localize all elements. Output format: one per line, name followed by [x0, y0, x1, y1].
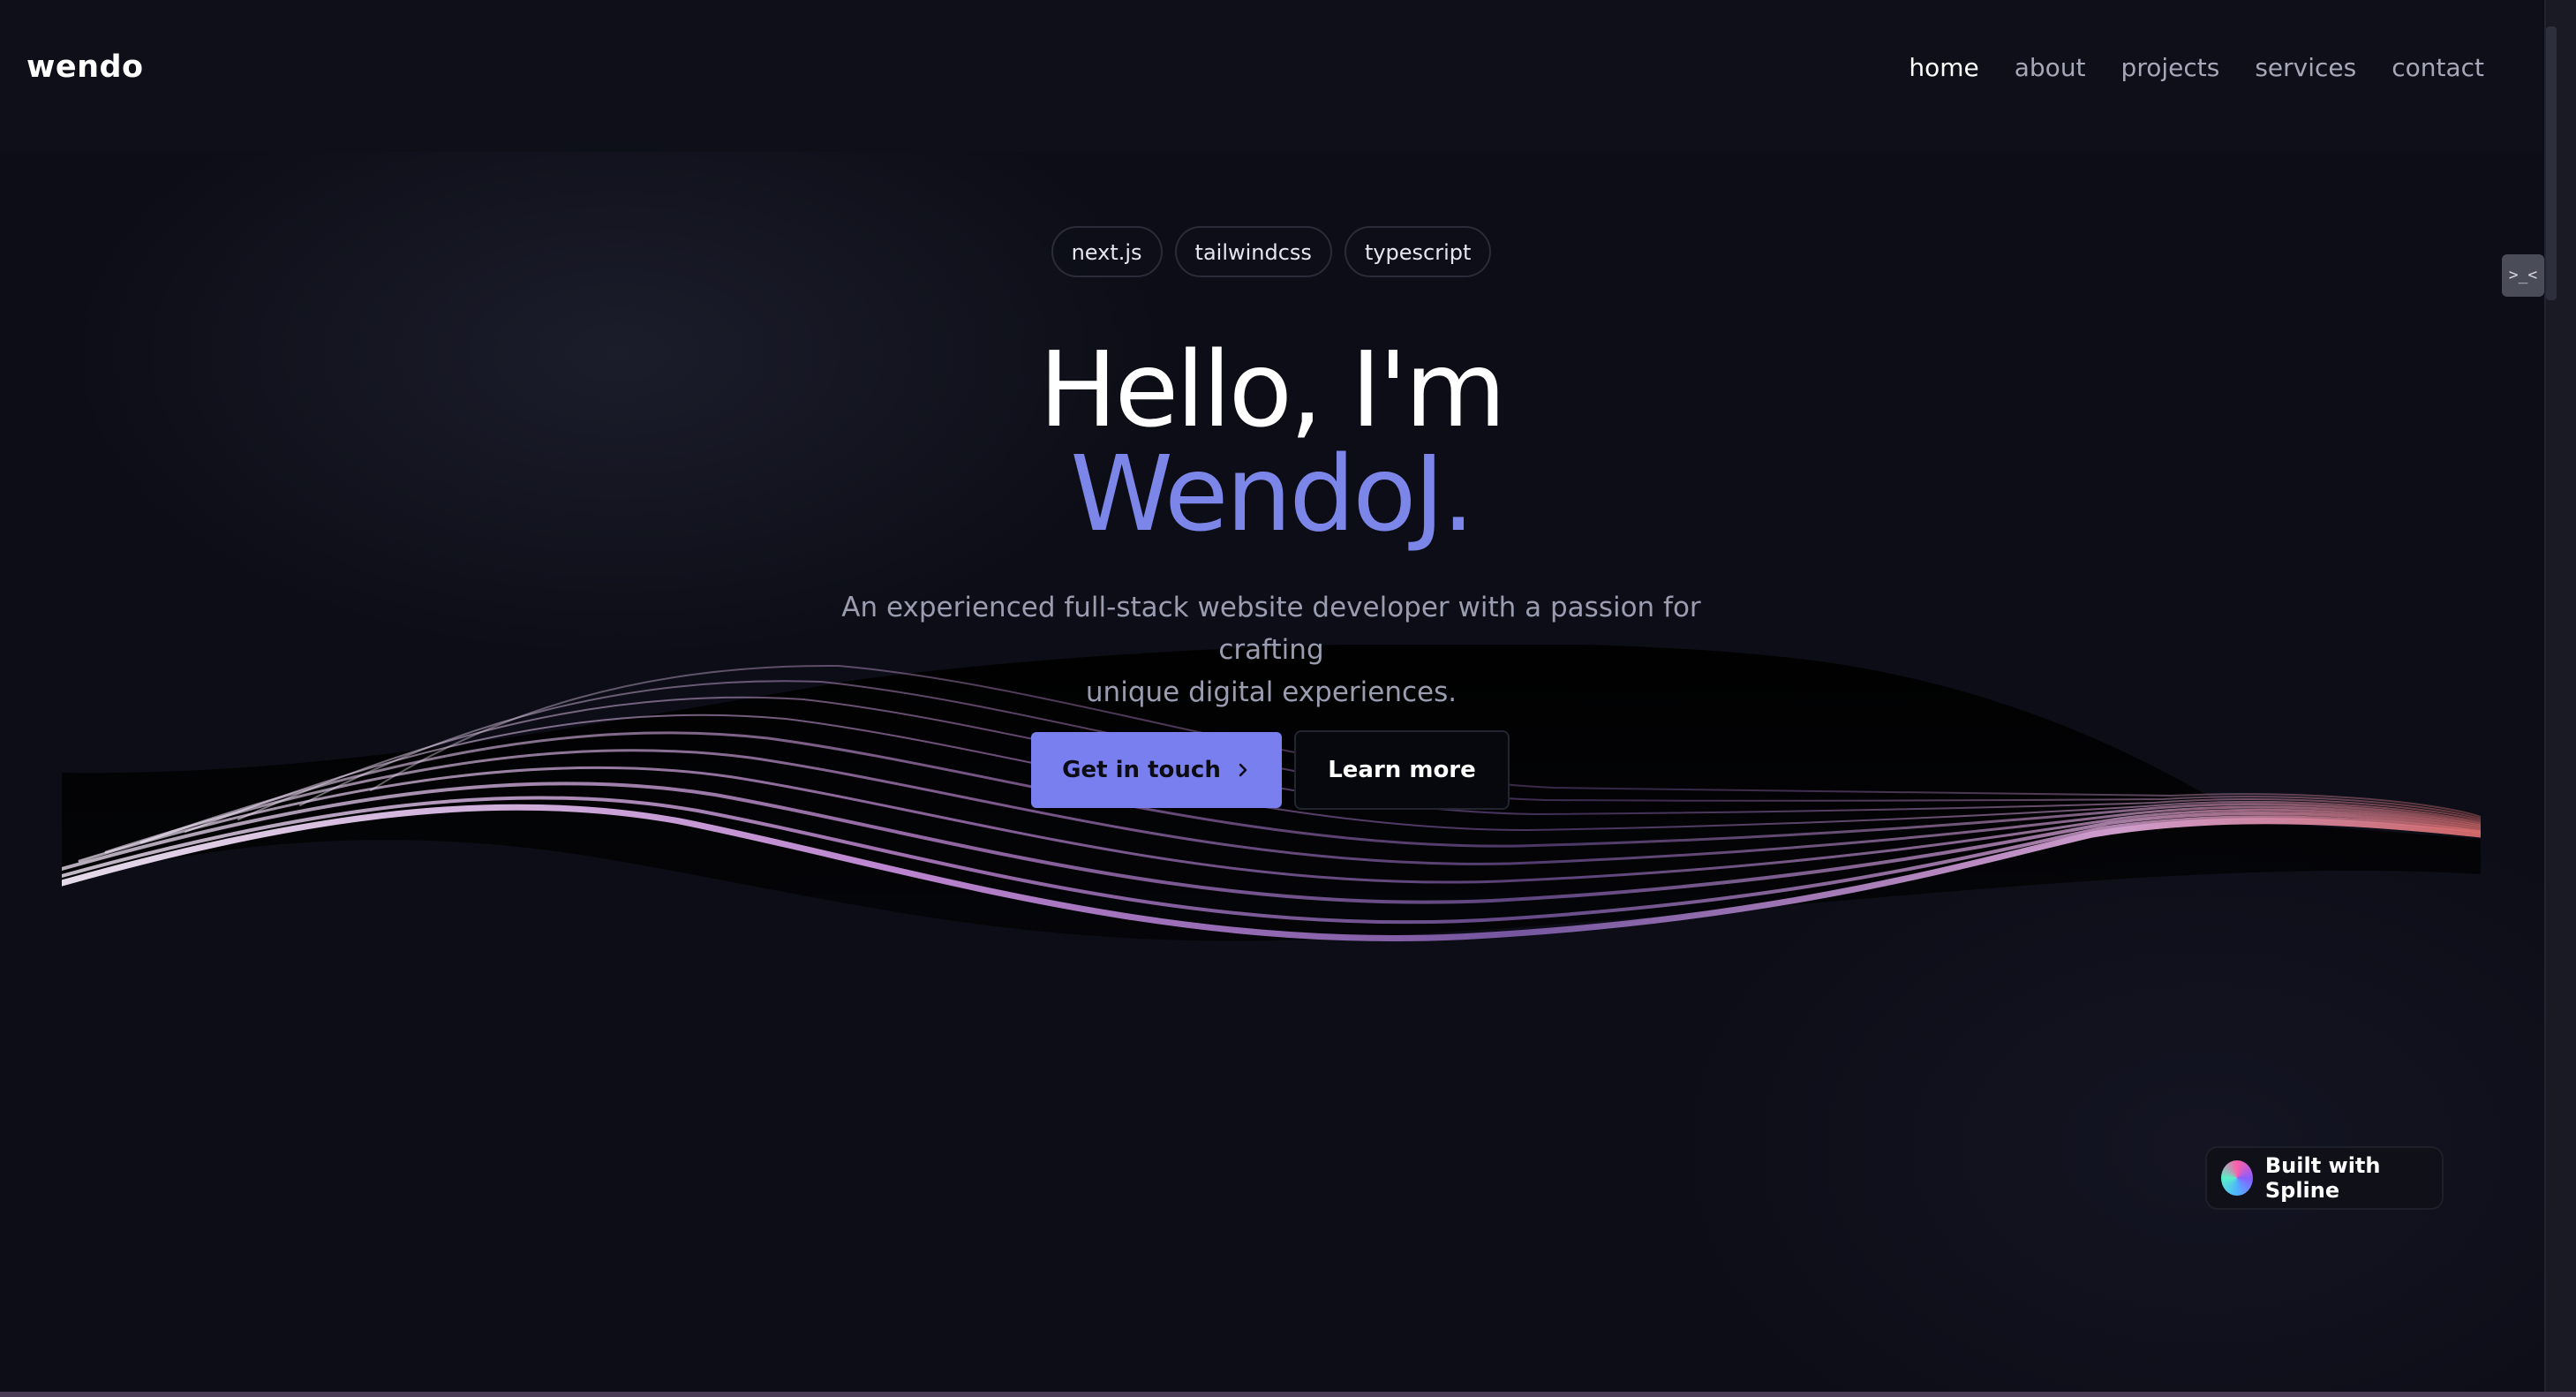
- site-logo[interactable]: wendo: [26, 49, 144, 85]
- tag-tailwindcss: tailwindcss: [1174, 226, 1332, 277]
- get-in-touch-button[interactable]: Get in touch: [1031, 732, 1282, 808]
- top-navbar: wendo home about projects services conta…: [0, 0, 2542, 152]
- tech-tags: next.js tailwindcss typescript: [0, 226, 2542, 277]
- hero-name: WendoJ.: [1070, 433, 1475, 555]
- nav-home[interactable]: home: [1909, 53, 1978, 82]
- dev-tools-toggle-button[interactable]: >_<: [2502, 254, 2544, 297]
- nav-about[interactable]: about: [2015, 53, 2086, 82]
- built-with-spline-badge[interactable]: Built with Spline: [2205, 1146, 2444, 1210]
- chevron-right-icon: [1239, 763, 1247, 777]
- main-nav: home about projects services contact: [1909, 53, 2484, 82]
- hero-greeting: Hello, I'm: [1038, 328, 1506, 450]
- bottom-border: [0, 1392, 2576, 1397]
- nav-projects[interactable]: projects: [2121, 53, 2220, 82]
- nav-services[interactable]: services: [2255, 53, 2356, 82]
- hero-subtitle: An experienced full-stack website develo…: [795, 586, 1748, 714]
- tag-nextjs: next.js: [1051, 226, 1163, 277]
- subtitle-line-2: unique digital experiences.: [1085, 676, 1457, 708]
- page: wendo home about projects services conta…: [0, 0, 2576, 1397]
- get-in-touch-label: Get in touch: [1062, 757, 1221, 783]
- nav-contact[interactable]: contact: [2391, 53, 2484, 82]
- tag-typescript: typescript: [1344, 226, 1492, 277]
- subtitle-line-1: An experienced full-stack website develo…: [841, 592, 1701, 666]
- scrollbar-thumb[interactable]: [2546, 26, 2557, 300]
- learn-more-button[interactable]: Learn more: [1294, 730, 1510, 810]
- spline-logo-icon: [2221, 1160, 2253, 1196]
- spline-badge-label: Built with Spline: [2264, 1153, 2381, 1203]
